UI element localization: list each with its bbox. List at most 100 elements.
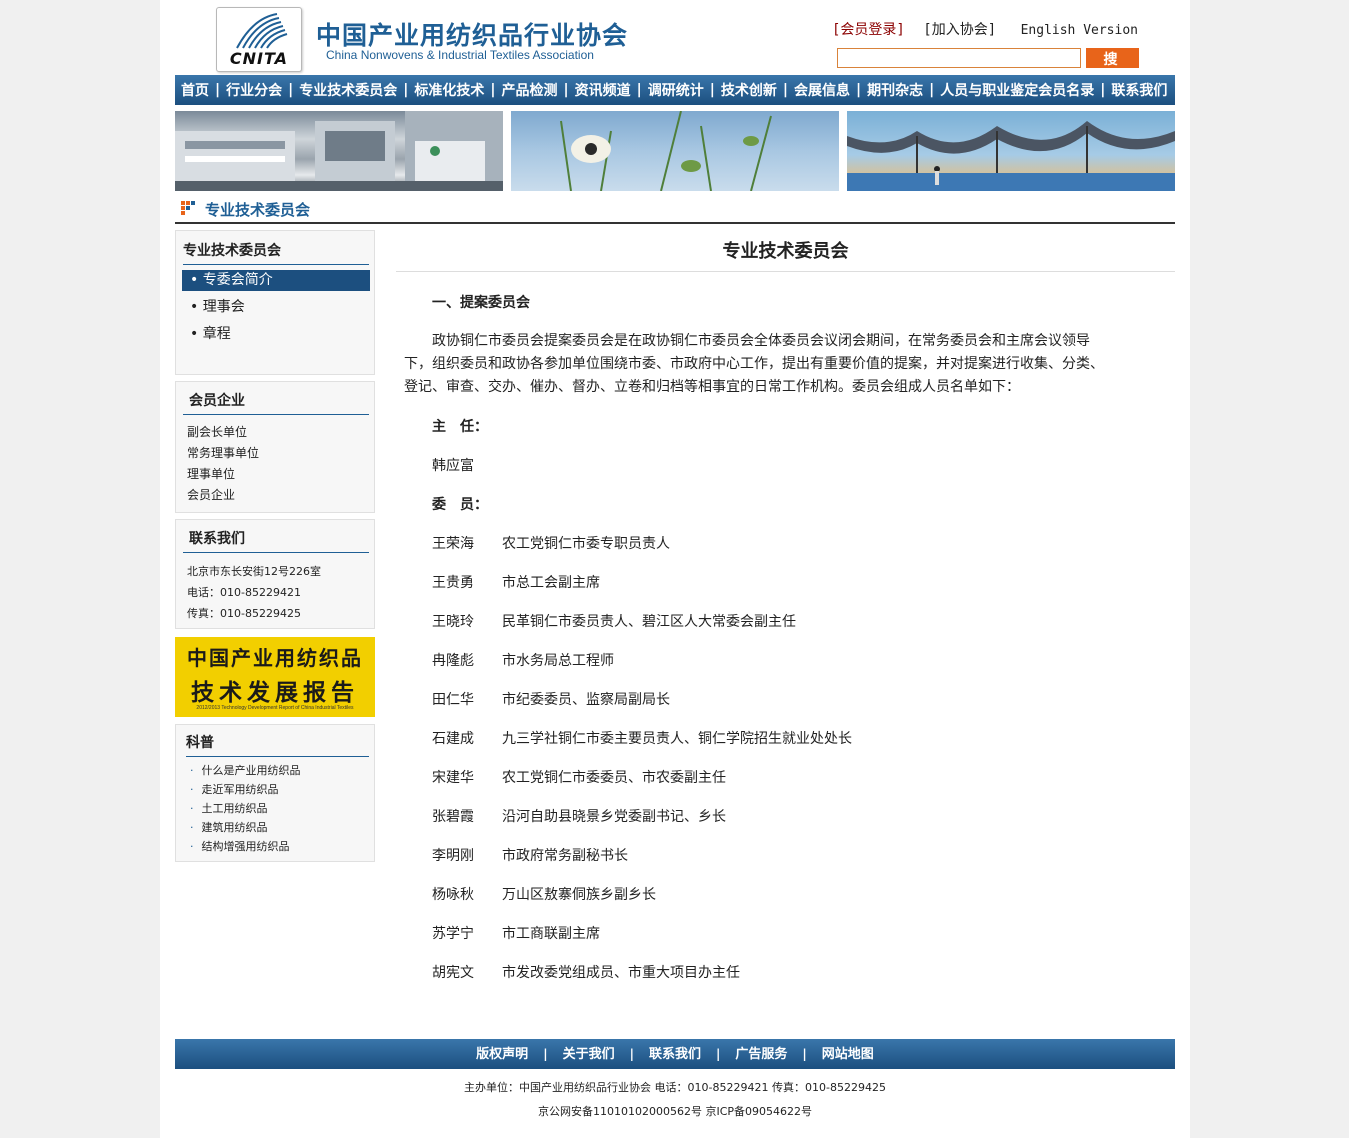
science-item-label: 建筑用纺织品: [201, 821, 268, 834]
member-name: 田仁华: [432, 692, 474, 708]
footer-link-copyright[interactable]: 版权声明: [476, 1047, 528, 1062]
search-button[interactable]: 搜 索: [1086, 48, 1139, 88]
ad-line-1: 中国产业用纺织品: [187, 646, 363, 670]
member-name: 冉隆彪: [432, 653, 474, 669]
footer-link-ads[interactable]: 广告服务: [735, 1047, 787, 1062]
member-name: 苏学宁: [432, 926, 474, 942]
banner: [175, 111, 1175, 191]
member-role: 市纪委委员、监察局副局长: [502, 692, 670, 708]
footer-separator: |: [543, 1047, 548, 1061]
footer-link-sitemap[interactable]: 网站地图: [822, 1047, 874, 1062]
intro-paragraph: 政协铜仁市委员会提案委员会是在政协铜仁市委员会全体委员会议闭会期间，在常务委员会…: [404, 333, 1104, 395]
nav-item-exhibitions[interactable]: 会展信息: [788, 80, 856, 100]
sidebar-contact-title: 联系我们: [183, 528, 369, 553]
sidebar-item-vice-president[interactable]: 副会长单位: [187, 423, 247, 440]
title-divider: [396, 271, 1175, 272]
science-item[interactable]: · 结构增强用纺织品: [190, 838, 290, 854]
sidebar-committee-title: 专业技术委员会: [183, 240, 369, 265]
sidebar-members-box: 会员企业 副会长单位 常务理事单位 理事单位 会员企业: [175, 381, 375, 513]
member-name: 张碧霞: [432, 809, 474, 825]
member-row: 宋建华 农工党铜仁市委委员、市农委副主任: [432, 767, 726, 790]
sidebar-committee-box: 专业技术委员会 • 专委会简介 • 理事会 • 章程: [175, 230, 375, 375]
nav-item-home[interactable]: 首页: [175, 80, 215, 100]
member-name: 王贵勇: [432, 575, 474, 591]
footer-link-contact[interactable]: 联系我们: [649, 1047, 701, 1062]
member-name: 宋建华: [432, 770, 474, 786]
member-role: 市总工会副主席: [502, 575, 600, 591]
shade-tents-image: [847, 121, 1175, 191]
banner-image-factory: [175, 111, 503, 191]
footer-link-about[interactable]: 关于我们: [563, 1047, 615, 1062]
science-item-label: 什么是产业用纺织品: [201, 764, 301, 777]
site-subtitle: China Nonwovens & Industrial Textiles As…: [326, 48, 594, 62]
main-nav: 首页 | 行业分会 | 专业技术委员会 | 标准化技术 | 产品检测 | 资讯频…: [175, 75, 1175, 105]
member-row: 张碧霞 沿河自助县晓景乡党委副书记、乡长: [432, 806, 726, 829]
sidebar-item-member[interactable]: 会员企业: [187, 486, 235, 503]
member-login-link[interactable]: [会员登录]: [832, 22, 905, 38]
sidebar-item-director[interactable]: 理事单位: [187, 465, 235, 482]
contact-address: 北京市东长安街12号226室: [187, 565, 321, 578]
member-row: 石建成 九三学社铜仁市委主要员责人、铜仁学院招生就业处处长: [432, 728, 852, 751]
banner-image-tents: [847, 111, 1175, 191]
banner-image-flower: [511, 111, 839, 191]
search-input[interactable]: [837, 48, 1081, 68]
nav-item-news[interactable]: 资讯频道: [569, 80, 637, 100]
factory-machinery-image: [175, 111, 503, 191]
science-item[interactable]: · 建筑用纺织品: [190, 819, 268, 835]
member-role: 市政府常务副秘书长: [502, 848, 628, 864]
bullet-icon: ·: [190, 783, 194, 796]
science-item[interactable]: · 土工用纺织品: [190, 800, 268, 816]
member-name: 王晓玲: [432, 614, 474, 630]
sidebar-science-box: 科普 · 什么是产业用纺织品 · 走近军用纺织品 · 土工用纺织品 · 建筑用纺织品 ·…: [175, 724, 375, 862]
footer-icp: 京公网安备11010102000562号 京ICP备09054622号: [537, 1105, 813, 1118]
sidebar-item-intro[interactable]: • 专委会简介: [182, 270, 370, 291]
nav-item-innovation[interactable]: 技术创新: [715, 80, 783, 100]
member-role: 沿河自助县晓景乡党委副书记、乡长: [502, 809, 726, 825]
sidebar-item-charter[interactable]: • 章程: [182, 324, 370, 345]
contact-fax: 传真：010-85229425: [187, 607, 301, 620]
sidebar-item-standing-director[interactable]: 常务理事单位: [187, 444, 259, 461]
science-item[interactable]: · 什么是产业用纺织品: [190, 762, 301, 778]
bullet-icon: ·: [190, 764, 194, 777]
member-row: 王贵勇 市总工会副主席: [432, 572, 600, 595]
top-links: [会员登录] [加入协会] English Version: [832, 19, 1148, 39]
member-name: 杨咏秋: [432, 887, 474, 903]
nav-item-tech-committee[interactable]: 专业技术委员会: [293, 80, 403, 100]
report-ad-banner[interactable]: 中国产业用纺织品 技术发展报告 2012/2013 Technology Dev…: [175, 637, 375, 717]
bullet-icon: ·: [190, 821, 194, 834]
member-row: 王荣海 农工党铜仁市委专职员责人: [432, 533, 670, 556]
section-header: 专业技术委员会: [175, 198, 1175, 224]
ad-line-3: 2012/2013 Technology Development Report …: [196, 705, 354, 711]
section-title: 专业技术委员会: [205, 201, 311, 219]
member-name: 王荣海: [432, 536, 474, 552]
sidebar-members-title: 会员企业: [183, 390, 369, 415]
member-row: 王晓玲 民革铜仁市委员责人、碧江区人大常委会副主任: [432, 611, 796, 634]
member-role: 九三学社铜仁市委主要员责人、铜仁学院招生就业处处长: [502, 731, 852, 747]
science-item[interactable]: · 走近军用纺织品: [190, 781, 279, 797]
footer-organizer: 主办单位：中国产业用纺织品行业协会 电话：010-85229421 传真：010…: [464, 1081, 886, 1094]
logo-text: CNITA: [229, 49, 289, 68]
join-association-link[interactable]: [加入协会]: [923, 22, 996, 38]
footer-nav: 版权声明 | 关于我们 | 联系我们 | 广告服务 | 网站地图: [175, 1039, 1175, 1069]
member-role: 市工商联副主席: [502, 926, 600, 942]
nav-item-research[interactable]: 调研统计: [642, 80, 710, 100]
site-logo[interactable]: CNITA: [216, 7, 302, 72]
nav-item-standards[interactable]: 标准化技术: [408, 80, 490, 100]
member-role: 市发改委党组成员、市重大项目办主任: [502, 965, 740, 981]
nav-item-contact[interactable]: 联系我们: [1105, 80, 1173, 100]
english-version-link[interactable]: English Version: [1021, 23, 1138, 38]
sidebar-contact-box: 联系我们 北京市东长安街12号226室 电话：010-85229421 传真：0…: [175, 519, 375, 629]
member-name: 胡宪文: [432, 965, 474, 981]
member-row: 胡宪文 市发改委党组成员、市重大项目办主任: [432, 962, 740, 985]
member-row: 田仁华 市纪委委员、监察局副局长: [432, 689, 670, 712]
nav-item-branches[interactable]: 行业分会: [220, 80, 288, 100]
nav-item-journals[interactable]: 期刊杂志: [861, 80, 929, 100]
members-label: 委 员：: [432, 497, 488, 513]
nav-item-testing[interactable]: 产品检测: [496, 80, 564, 100]
site-title: 中国产业用纺织品行业协会: [316, 21, 629, 50]
nav-item-member-directory[interactable]: 人员与职业鉴定会员名录: [934, 80, 1100, 100]
director-name: 韩应富: [432, 458, 474, 474]
grid-icon: [181, 201, 195, 215]
sidebar-item-council[interactable]: • 理事会: [182, 297, 370, 318]
member-role: 农工党铜仁市委专职员责人: [502, 536, 670, 552]
